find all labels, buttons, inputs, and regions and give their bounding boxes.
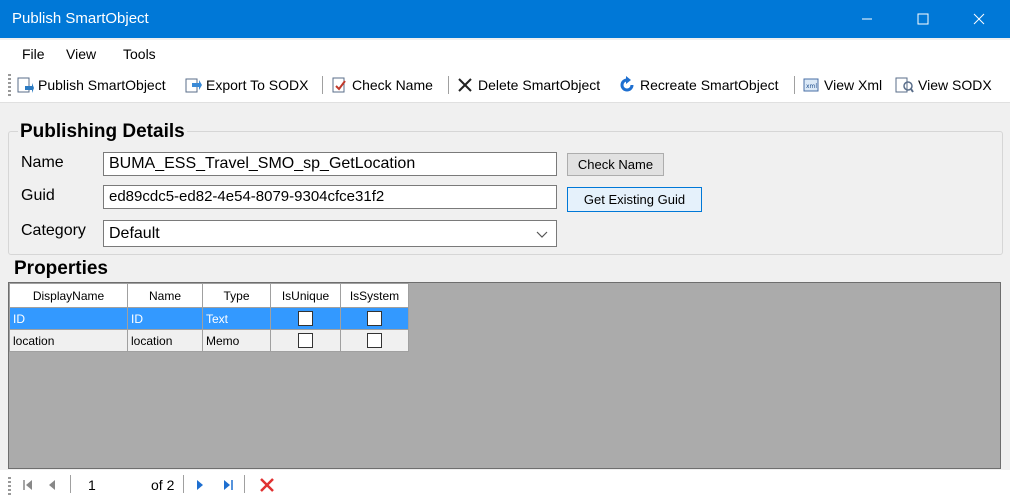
cell-displayname[interactable]: location [9, 329, 128, 352]
menu-tools[interactable]: Tools [123, 46, 156, 62]
menu-bar: File View Tools [0, 40, 1010, 68]
view-xml-button[interactable]: xml View Xml [802, 74, 882, 96]
delete-icon [458, 78, 472, 92]
previous-page-icon [49, 480, 55, 490]
properties-table: DisplayName Name Type IsUnique IsSystem … [9, 283, 409, 352]
column-header-name[interactable]: Name [127, 283, 203, 308]
cell-type[interactable]: Memo [202, 329, 271, 352]
next-page-button[interactable] [192, 475, 208, 495]
refresh-icon [620, 76, 634, 92]
close-button[interactable] [956, 0, 1002, 38]
toolbar-separator [322, 76, 323, 94]
xml-icon: xml [803, 78, 819, 92]
properties-grid: DisplayName Name Type IsUnique IsSystem … [8, 282, 1001, 469]
get-existing-guid-button[interactable]: Get Existing Guid [567, 187, 702, 212]
properties-title: Properties [14, 258, 108, 279]
publish-smartobject-label: Publish SmartObject [38, 77, 166, 93]
view-sodx-button[interactable]: View SODX [894, 74, 992, 96]
check-name-toolbar-label: Check Name [352, 77, 433, 93]
menu-file[interactable]: File [22, 46, 45, 62]
next-page-icon [197, 480, 203, 490]
chevron-down-icon [536, 231, 548, 238]
issystem-checkbox[interactable] [367, 333, 382, 349]
pager-separator [70, 475, 71, 493]
name-label: Name [21, 154, 64, 171]
cell-issystem[interactable] [340, 307, 409, 330]
first-page-button[interactable] [20, 475, 36, 495]
cell-type[interactable]: Text [202, 307, 271, 330]
cell-name[interactable]: location [127, 329, 203, 352]
name-field[interactable]: BUMA_ESS_Travel_SMO_sp_GetLocation [103, 152, 557, 176]
first-page-icon [23, 480, 32, 490]
current-page-input[interactable]: 1 [76, 475, 144, 495]
table-row[interactable]: location location Memo [9, 329, 409, 352]
guid-field[interactable]: ed89cdc5-ed82-4e54-8079-9304cfce31f2 [103, 185, 557, 209]
pager-grip[interactable] [8, 477, 11, 495]
issystem-checkbox[interactable] [367, 311, 382, 327]
check-icon [332, 77, 346, 93]
delete-smartobject-button[interactable]: Delete SmartObject [456, 74, 600, 96]
column-header-issystem[interactable]: IsSystem [340, 283, 409, 308]
isunique-checkbox[interactable] [298, 311, 313, 327]
view-xml-label: View Xml [824, 77, 883, 93]
column-header-displayname[interactable]: DisplayName [9, 283, 128, 308]
check-name-toolbar-button[interactable]: Check Name [330, 74, 433, 96]
minimize-button[interactable] [844, 0, 890, 38]
cell-name[interactable]: ID [127, 307, 203, 330]
guid-label: Guid [21, 187, 55, 204]
pager-separator [244, 475, 245, 493]
toolbar-separator [448, 76, 449, 94]
toolbar-grip[interactable] [8, 74, 11, 96]
delete-icon [260, 478, 274, 492]
title-bar: Publish SmartObject [0, 0, 1010, 38]
delete-row-button[interactable] [257, 475, 277, 495]
view-sodx-icon [895, 77, 914, 93]
column-header-isunique[interactable]: IsUnique [270, 283, 341, 308]
category-label: Category [21, 222, 86, 239]
isunique-checkbox[interactable] [298, 333, 313, 349]
recreate-smartobject-button[interactable]: Recreate SmartObject [618, 74, 779, 96]
page-count-label: of 2 [151, 477, 175, 493]
cell-isunique[interactable] [270, 307, 341, 330]
close-icon [973, 13, 985, 25]
cell-issystem[interactable] [340, 329, 409, 352]
previous-page-button[interactable] [44, 475, 60, 495]
view-sodx-label: View SODX [918, 77, 992, 93]
check-name-button[interactable]: Check Name [567, 153, 664, 176]
export-icon [185, 78, 202, 93]
toolbar-separator [794, 76, 795, 94]
last-page-button[interactable] [220, 475, 236, 495]
minimize-icon [862, 18, 872, 20]
category-select[interactable]: Default [103, 220, 557, 247]
pager-bar: 1 of 2 [0, 470, 1010, 501]
pager-separator [183, 475, 184, 493]
maximize-icon [917, 13, 929, 25]
export-to-sodx-button[interactable]: Export To SODX [184, 74, 308, 96]
publish-smartobject-button[interactable]: Publish SmartObject [16, 74, 166, 96]
last-page-icon [224, 480, 233, 490]
table-header-row: DisplayName Name Type IsUnique IsSystem [9, 283, 409, 308]
cell-isunique[interactable] [270, 329, 341, 352]
table-row[interactable]: ID ID Text [9, 307, 409, 330]
menu-view[interactable]: View [66, 46, 96, 62]
publishing-details-title: Publishing Details [18, 121, 187, 143]
category-selected-value: Default [109, 225, 160, 242]
column-header-type[interactable]: Type [202, 283, 271, 308]
delete-smartobject-label: Delete SmartObject [478, 77, 601, 93]
maximize-button[interactable] [900, 0, 946, 38]
cell-displayname[interactable]: ID [9, 307, 128, 330]
svg-text:xml: xml [806, 83, 817, 90]
export-to-sodx-label: Export To SODX [206, 77, 309, 93]
recreate-smartobject-label: Recreate SmartObject [640, 77, 779, 93]
toolbar: Publish SmartObject Export To SODX Check… [0, 68, 1010, 103]
window-title: Publish SmartObject [12, 10, 149, 27]
publish-icon [17, 77, 34, 93]
